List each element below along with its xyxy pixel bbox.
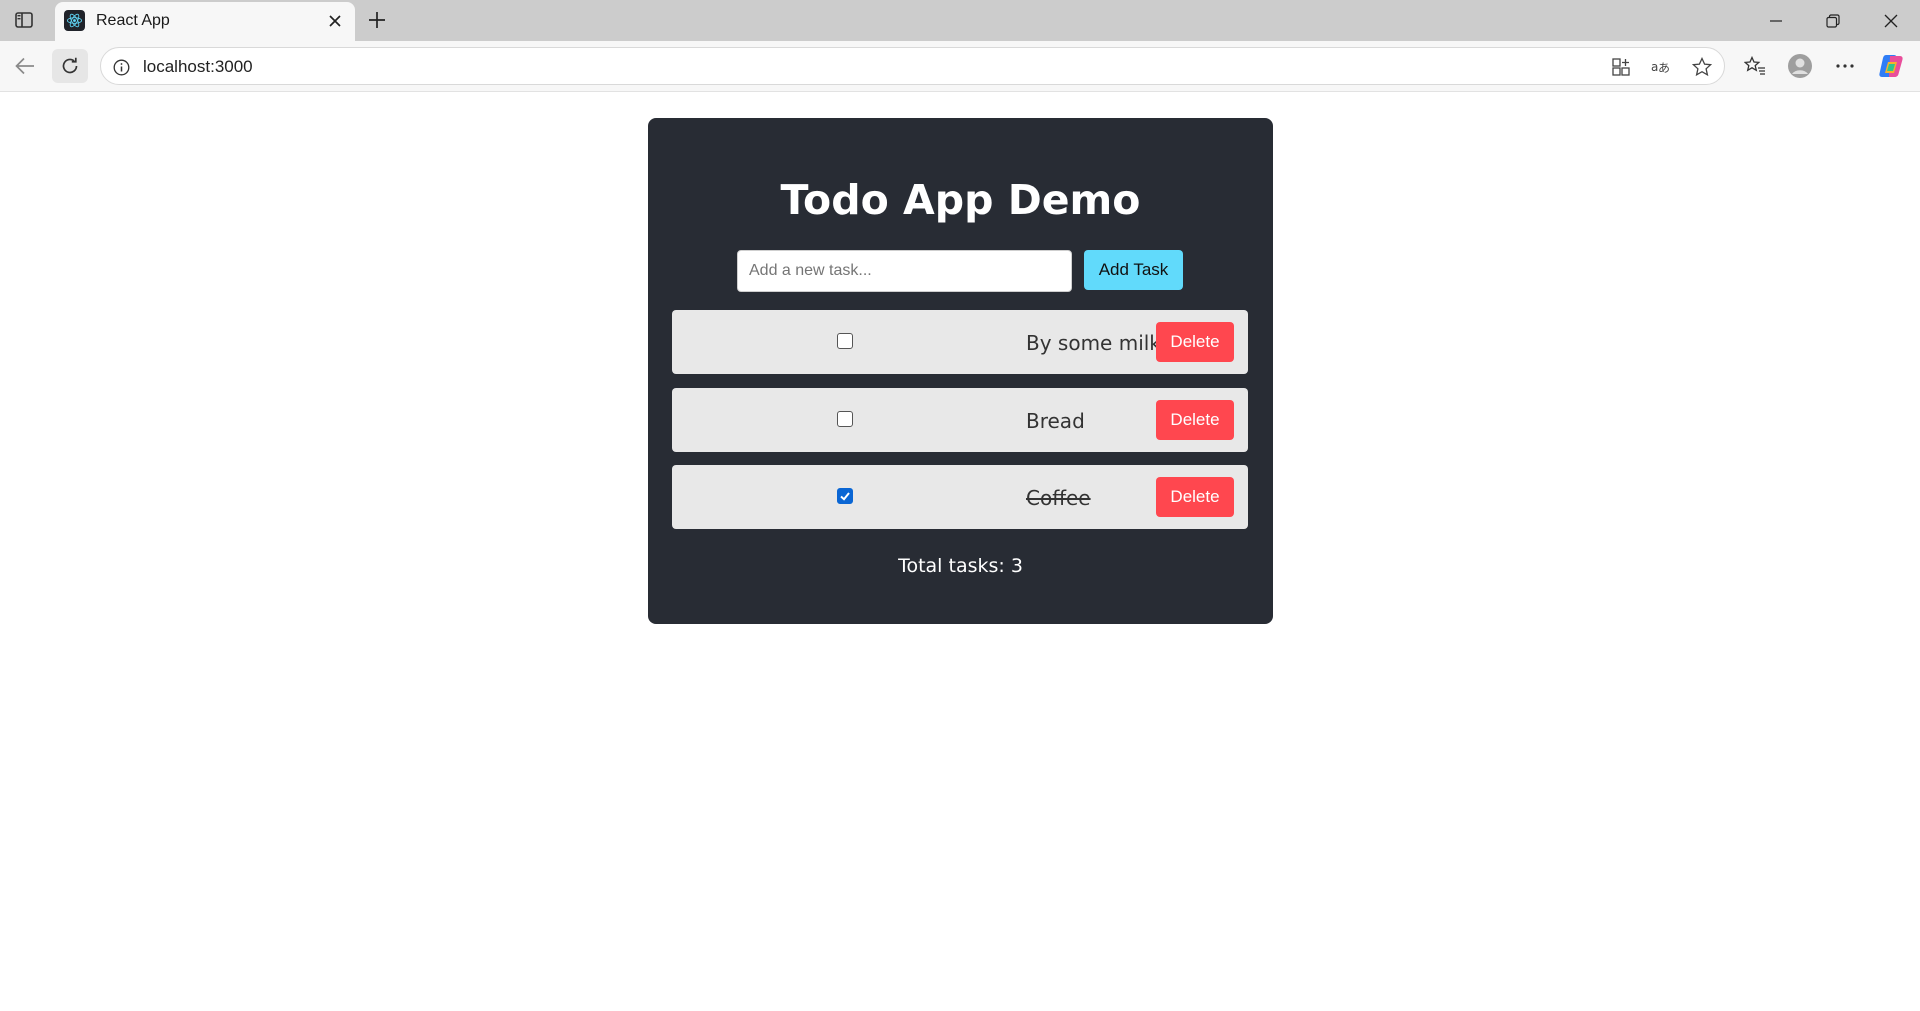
checkmark-icon xyxy=(840,492,850,501)
window-close-icon[interactable] xyxy=(1876,8,1906,34)
star-icon[interactable] xyxy=(1691,56,1713,78)
react-logo-icon xyxy=(64,10,85,31)
task-checkbox[interactable] xyxy=(837,488,853,504)
task-checkbox[interactable] xyxy=(837,333,853,349)
task-text: Bread xyxy=(1026,409,1085,433)
browser-toolbar: localhost:3000 aあ xyxy=(0,41,1920,92)
arrow-left-icon[interactable] xyxy=(10,51,40,81)
favorites-icon[interactable] xyxy=(1740,51,1770,81)
translate-icon[interactable]: aあ xyxy=(1650,56,1672,78)
reload-icon[interactable] xyxy=(52,49,88,83)
more-icon[interactable] xyxy=(1830,51,1860,81)
task-text: By some milk xyxy=(1026,331,1161,355)
close-icon[interactable] xyxy=(325,11,345,31)
apps-icon[interactable] xyxy=(1610,56,1632,78)
task-row: By some milk Delete xyxy=(672,310,1248,374)
total-tasks-count: Total tasks: 3 xyxy=(898,555,1023,577)
sidebar-toggle-icon[interactable] xyxy=(10,8,38,32)
add-task-button[interactable]: Add Task xyxy=(1084,250,1183,290)
task-checkbox[interactable] xyxy=(837,411,853,427)
minimize-icon[interactable] xyxy=(1761,8,1791,34)
task-row: Coffee Delete xyxy=(672,465,1248,529)
tab-title: React App xyxy=(96,12,170,29)
new-task-input[interactable] xyxy=(737,250,1072,292)
app-title: Todo App Demo xyxy=(780,176,1141,224)
browser-tab-bar: React App xyxy=(0,0,1920,41)
task-text: Coffee xyxy=(1026,486,1091,510)
browser-tab-active[interactable]: React App xyxy=(55,2,355,41)
restore-icon[interactable] xyxy=(1818,8,1848,34)
page-viewport: Todo App Demo Add Task By some milk Dele… xyxy=(5,93,1915,1011)
profile-icon[interactable] xyxy=(1785,51,1815,81)
info-icon[interactable] xyxy=(111,57,131,77)
plus-icon[interactable] xyxy=(364,7,390,33)
copilot-icon[interactable] xyxy=(1876,51,1906,81)
delete-task-button[interactable]: Delete xyxy=(1156,322,1234,362)
delete-task-button[interactable]: Delete xyxy=(1156,477,1234,517)
svg-text:あ: あ xyxy=(1658,61,1670,75)
todo-app-card: Todo App Demo Add Task By some milk Dele… xyxy=(648,118,1273,624)
delete-task-button[interactable]: Delete xyxy=(1156,400,1234,440)
url-text[interactable]: localhost:3000 xyxy=(143,57,253,77)
task-row: Bread Delete xyxy=(672,388,1248,452)
address-bar[interactable]: localhost:3000 aあ xyxy=(100,47,1725,85)
